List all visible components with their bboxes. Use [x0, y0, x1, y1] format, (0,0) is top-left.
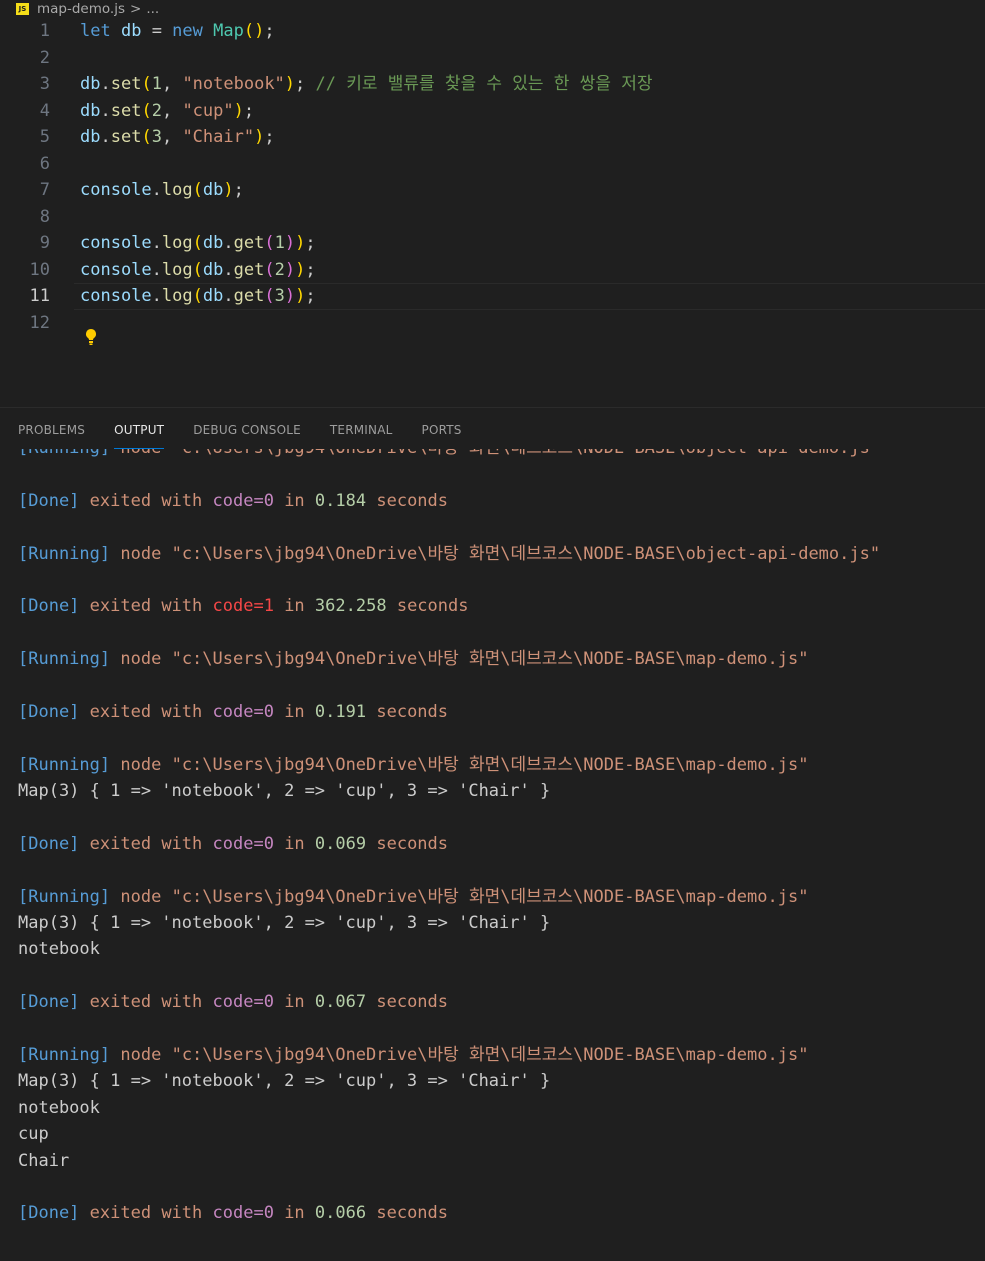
output-line: [Running] node "c:\Users\jbg94\OneDrive\… [18, 449, 880, 461]
output-line: [Running] node "c:\Users\jbg94\OneDrive\… [18, 649, 809, 670]
chevron-right-icon: > [130, 1, 142, 17]
output-line: [Done] exited with code=0 in 0.067 secon… [18, 992, 449, 1013]
line-number: 6 [39, 153, 50, 174]
output-line: [Running] node "c:\Users\jbg94\OneDrive\… [18, 886, 809, 907]
output-line: Map(3) { 1 => 'notebook', 2 => 'cup', 3 … [18, 913, 551, 934]
line-number: 1 [39, 21, 50, 41]
output-panel[interactable]: [Running] node "c:\Users\jbg94\OneDrive\… [0, 449, 985, 1259]
lightbulb-icon[interactable] [84, 328, 98, 346]
output-line: Chair [18, 1150, 70, 1171]
code-line: 7 console.log(db); [0, 177, 985, 204]
output-line: notebook [18, 939, 100, 960]
output-line: Map(3) { 1 => 'notebook', 2 => 'cup', 3 … [18, 781, 551, 802]
tab-debug-console[interactable]: DEBUG CONSOLE [193, 423, 301, 449]
output-line: [Running] node "c:\Users\jbg94\OneDrive\… [18, 754, 809, 775]
code-line: 2 [0, 45, 985, 72]
breadcrumb: JS map-demo.js > ... [0, 0, 985, 18]
code-editor[interactable]: 1 let db = new Map(); 2 3 db.set(1, "not… [0, 18, 985, 407]
output-line: notebook [18, 1097, 100, 1118]
code-line: 10 console.log(db.get(2)); [0, 257, 985, 284]
line-number: 4 [39, 100, 50, 121]
line-number: 10 [29, 259, 50, 280]
line-number: 5 [39, 127, 50, 147]
breadcrumb-more[interactable]: ... [146, 1, 159, 17]
line-number: 9 [39, 233, 50, 253]
breadcrumb-file[interactable]: map-demo.js [37, 1, 125, 17]
code-line: 5 db.set(3, "Chair"); [0, 124, 985, 151]
code-line: 8 [0, 204, 985, 231]
line-number: 11 [29, 286, 50, 306]
output-line: cup [18, 1124, 49, 1145]
line-number: 7 [39, 180, 50, 200]
code-line: 1 let db = new Map(); [0, 18, 985, 45]
line-number: 2 [39, 47, 50, 68]
tab-problems[interactable]: PROBLEMS [18, 423, 85, 449]
line-number: 12 [29, 312, 50, 333]
tab-terminal[interactable]: TERMINAL [330, 423, 393, 449]
code-line-active: 11 console.log(db.get(3)); [0, 283, 985, 310]
output-line: [Done] exited with code=0 in 0.066 secon… [18, 1203, 449, 1224]
output-line: [Done] exited with code=0 in 0.184 secon… [18, 490, 449, 511]
output-line: [Done] exited with code=1 in 362.258 sec… [18, 596, 469, 617]
tab-output[interactable]: OUTPUT [114, 423, 165, 449]
output-line: [Running] node "c:\Users\jbg94\OneDrive\… [18, 1044, 809, 1065]
js-file-icon: JS [16, 3, 29, 15]
line-number: 8 [39, 206, 50, 227]
code-comment: // 키로 밸류를 찾을 수 있는 한 쌍을 저장 [315, 74, 653, 94]
output-line: [Running] node "c:\Users\jbg94\OneDrive\… [18, 543, 881, 564]
output-line: [Done] exited with code=0 in 0.069 secon… [18, 833, 449, 854]
output-line: Map(3) { 1 => 'notebook', 2 => 'cup', 3 … [18, 1071, 551, 1092]
code-line: 12 [0, 310, 985, 337]
tab-ports[interactable]: PORTS [422, 423, 462, 449]
code-line: 9 console.log(db.get(1)); [0, 230, 985, 257]
output-line: [Done] exited with code=0 in 0.191 secon… [18, 701, 449, 722]
panel-tab-bar: PROBLEMS OUTPUT DEBUG CONSOLE TERMINAL P… [0, 407, 985, 449]
code-line: 4 db.set(2, "cup"); [0, 98, 985, 125]
line-number: 3 [39, 74, 50, 94]
code-line: 6 [0, 151, 985, 178]
code-line: 3 db.set(1, "notebook"); // 키로 밸류를 찾을 수 … [0, 71, 985, 98]
